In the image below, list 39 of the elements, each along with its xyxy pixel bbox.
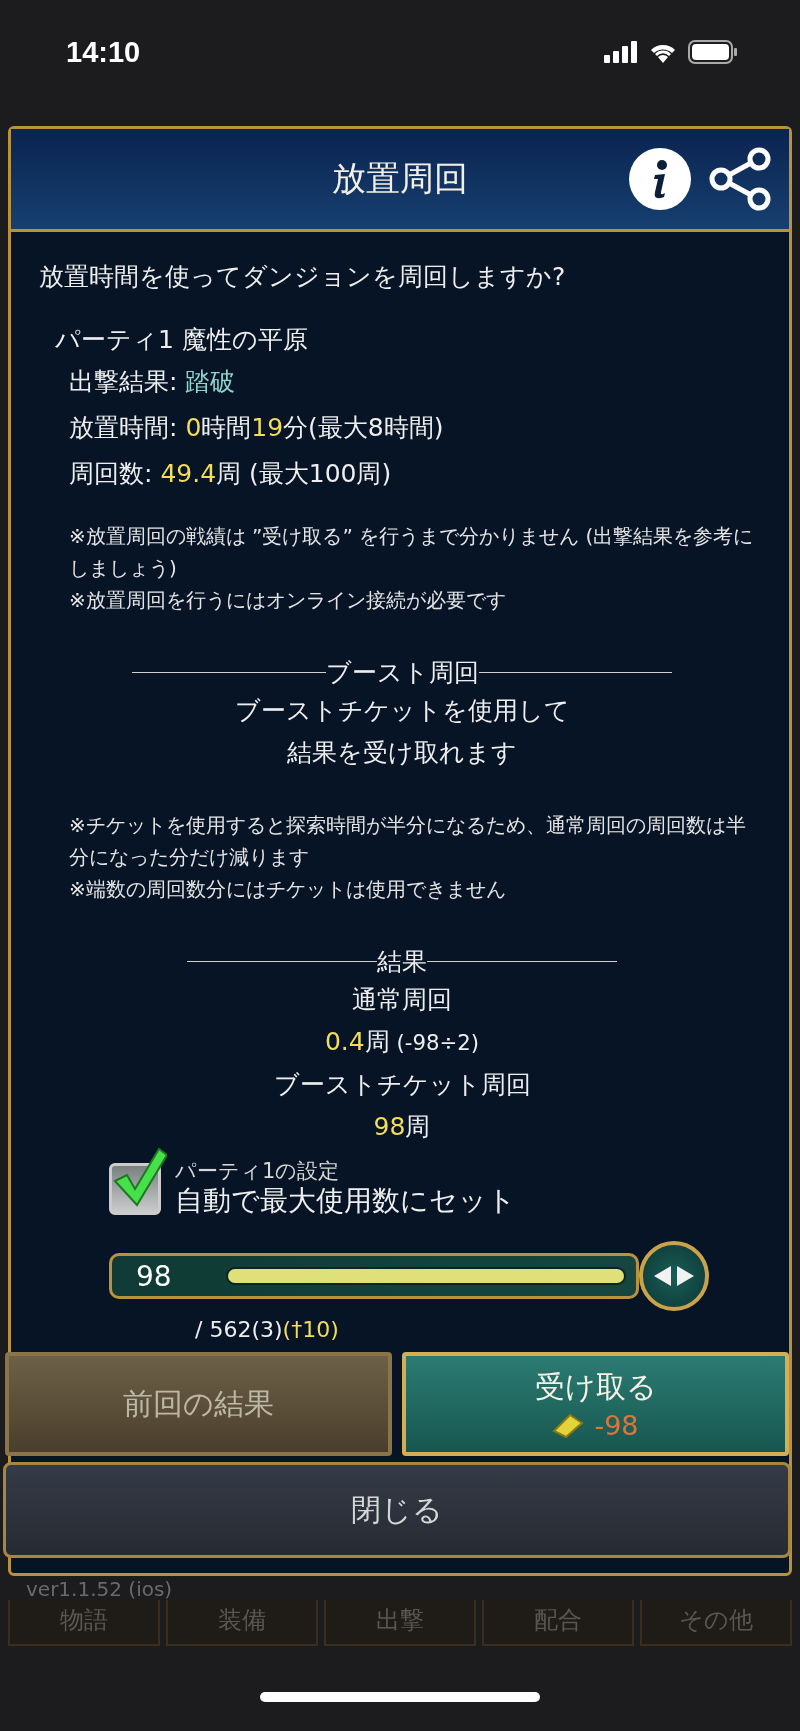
note-text: ※チケットを使用すると探索時間が半分になるため、通常周回の周回数は半分になった分だけ減ります <box>69 812 747 871</box>
slider-value: 98 <box>136 1259 173 1293</box>
note-text: ※端数の周回数分にはチケットは使用できません <box>69 876 507 903</box>
result-value: 0.4周 (-98÷2) <box>323 1026 481 1058</box>
tab-item[interactable]: 配合 <box>482 1600 634 1646</box>
ticket-cost: -98 <box>594 1410 639 1441</box>
note-text: ※放置周回の戦績は ”受け取る” を行うまで分かりません (出撃結果を参考にしましょう) <box>69 523 755 582</box>
stat-line: 周回数: 49.4周 (最大100周) <box>69 458 393 490</box>
dialog-title: 放置周回 <box>332 157 468 200</box>
note-text: ※放置周回を行うにはオンライン接続が必要です <box>69 587 507 614</box>
version-text: ver1.1.52 (ios) <box>26 1578 173 1600</box>
stat-line: 放置時間: 0時間19分(最大8時間) <box>69 412 445 444</box>
result-label: ブーストチケット周回 <box>272 1069 532 1101</box>
share-icon[interactable] <box>709 147 773 211</box>
result-label: 通常周回 <box>351 984 453 1016</box>
checkbox-caption: パーティ1の設定 <box>175 1159 341 1183</box>
stat-line: 出撃結果: 踏破 <box>69 366 237 398</box>
status-time: 14:10 <box>66 35 141 69</box>
checkbox-label: 自動で最大使用数にセット <box>175 1183 516 1219</box>
receive-button[interactable]: 受け取る -98 <box>402 1352 789 1456</box>
ticket-total: / 562(3)(†10) <box>195 1317 340 1342</box>
tab-item[interactable]: 物語 <box>8 1600 160 1646</box>
battery-icon <box>688 40 738 64</box>
section-heading: 結果 <box>377 946 427 978</box>
boost-description: 結果を受け取れます <box>286 737 518 769</box>
party-name: パーティ1 魔性の平原 <box>55 324 309 356</box>
checkmark-icon <box>111 1147 167 1207</box>
tab-item[interactable]: その他 <box>640 1600 792 1646</box>
boost-description: ブーストチケットを使用して <box>233 695 571 727</box>
ticket-icon <box>552 1412 585 1439</box>
signal-icon <box>604 41 638 63</box>
info-icon[interactable] <box>629 148 691 210</box>
question-text: 放置時間を使ってダンジョンを周回しますか? <box>39 261 567 293</box>
tab-item[interactable]: 装備 <box>166 1600 318 1646</box>
close-button[interactable]: 閉じる <box>3 1462 791 1558</box>
result-value: 98周 <box>372 1111 432 1143</box>
previous-result-button[interactable]: 前回の結果 <box>5 1352 392 1456</box>
section-heading: ブースト周回 <box>325 657 479 689</box>
tab-item[interactable]: 出撃 <box>324 1600 476 1646</box>
